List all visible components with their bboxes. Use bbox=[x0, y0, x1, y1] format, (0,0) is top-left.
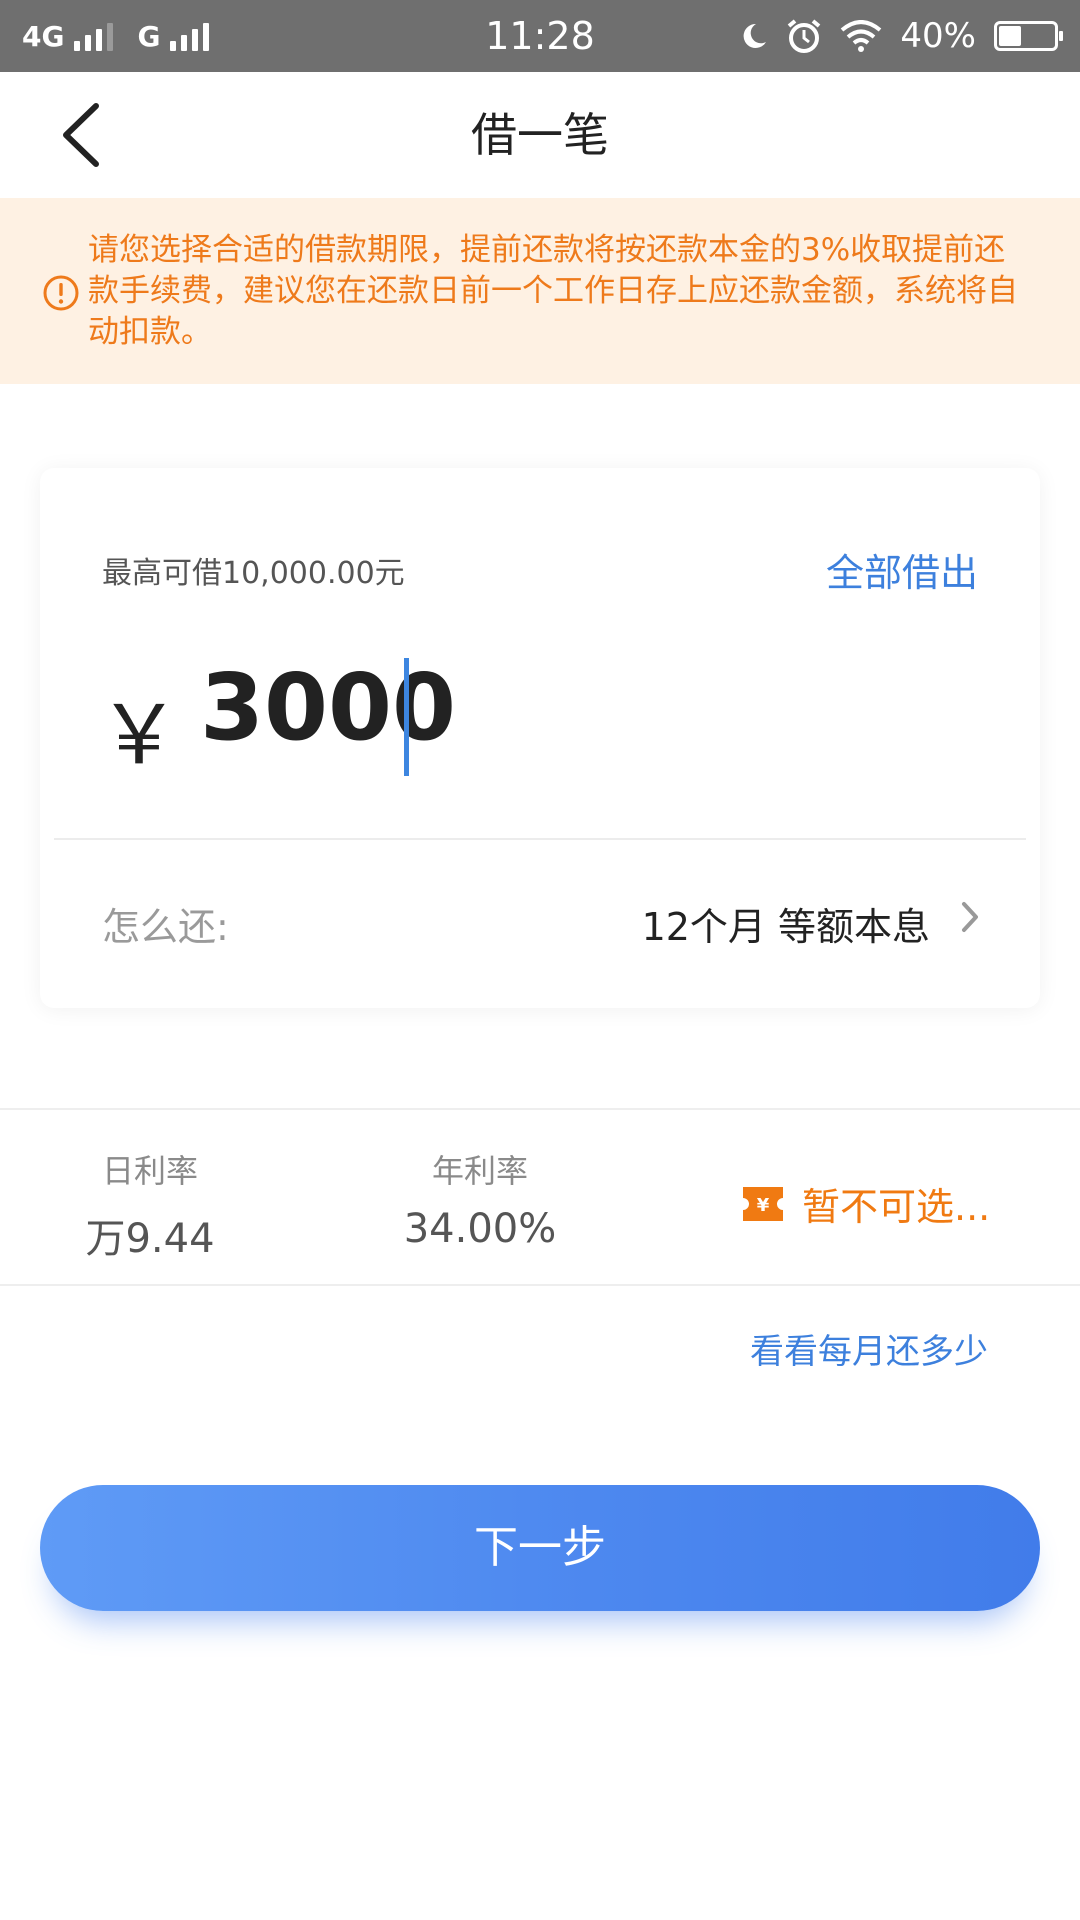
repay-method-value[interactable]: 12个月 等额本息 bbox=[642, 896, 930, 951]
loan-amount-card: 最高可借10,000.00元 全部借出 ￥ 3000 怎么还: 12个月 等额本… bbox=[40, 468, 1040, 1008]
max-loan-label: 最高可借10,000.00元 bbox=[102, 556, 405, 591]
status-icons: 40% bbox=[742, 0, 1063, 72]
annual-rate: 年利率 34.00% bbox=[380, 1146, 580, 1252]
daily-rate: 日利率 万9.44 bbox=[60, 1146, 240, 1264]
battery-icon bbox=[994, 21, 1063, 51]
status-bar: 4G G 11:28 40% bbox=[0, 0, 1080, 72]
daily-rate-label: 日利率 bbox=[101, 1152, 198, 1190]
daily-rate-value: 万9.44 bbox=[85, 1216, 215, 1262]
coupon-text: 暂不可选... bbox=[802, 1185, 991, 1229]
battery-percentage: 40% bbox=[900, 16, 976, 56]
monthly-repayment-link[interactable]: 看看每月还多少 bbox=[750, 1324, 988, 1373]
divider bbox=[0, 1284, 1080, 1286]
alarm-icon bbox=[788, 19, 821, 53]
chevron-right-icon[interactable] bbox=[960, 900, 980, 934]
annual-rate-label: 年利率 bbox=[431, 1152, 528, 1190]
repay-method-label: 怎么还: bbox=[102, 905, 229, 949]
borrow-all-button[interactable]: 全部借出 bbox=[826, 542, 978, 597]
loan-amount-input[interactable]: 3000 bbox=[200, 654, 456, 761]
coupon-icon: ¥ bbox=[743, 1186, 783, 1221]
top-nav-bar: 借一笔 bbox=[0, 72, 1080, 198]
annual-rate-value: 34.00% bbox=[403, 1206, 557, 1252]
page-title: 借一笔 bbox=[471, 108, 609, 162]
warning-icon bbox=[43, 275, 79, 311]
text-cursor bbox=[404, 658, 409, 776]
notice-text: 请您选择合适的借款期限，提前还款将按还款本金的3%收取提前还款手续费，建议您在还… bbox=[88, 232, 1018, 350]
coupon-selector[interactable]: ¥ 暂不可选... bbox=[740, 1176, 990, 1231]
moon-icon bbox=[744, 23, 767, 48]
next-step-button[interactable]: 下一步 bbox=[40, 1485, 1040, 1611]
divider bbox=[0, 1108, 1080, 1110]
svg-text:¥: ¥ bbox=[757, 1195, 770, 1216]
wifi-icon bbox=[841, 20, 882, 52]
divider bbox=[54, 838, 1026, 840]
currency-symbol: ￥ bbox=[98, 688, 181, 783]
